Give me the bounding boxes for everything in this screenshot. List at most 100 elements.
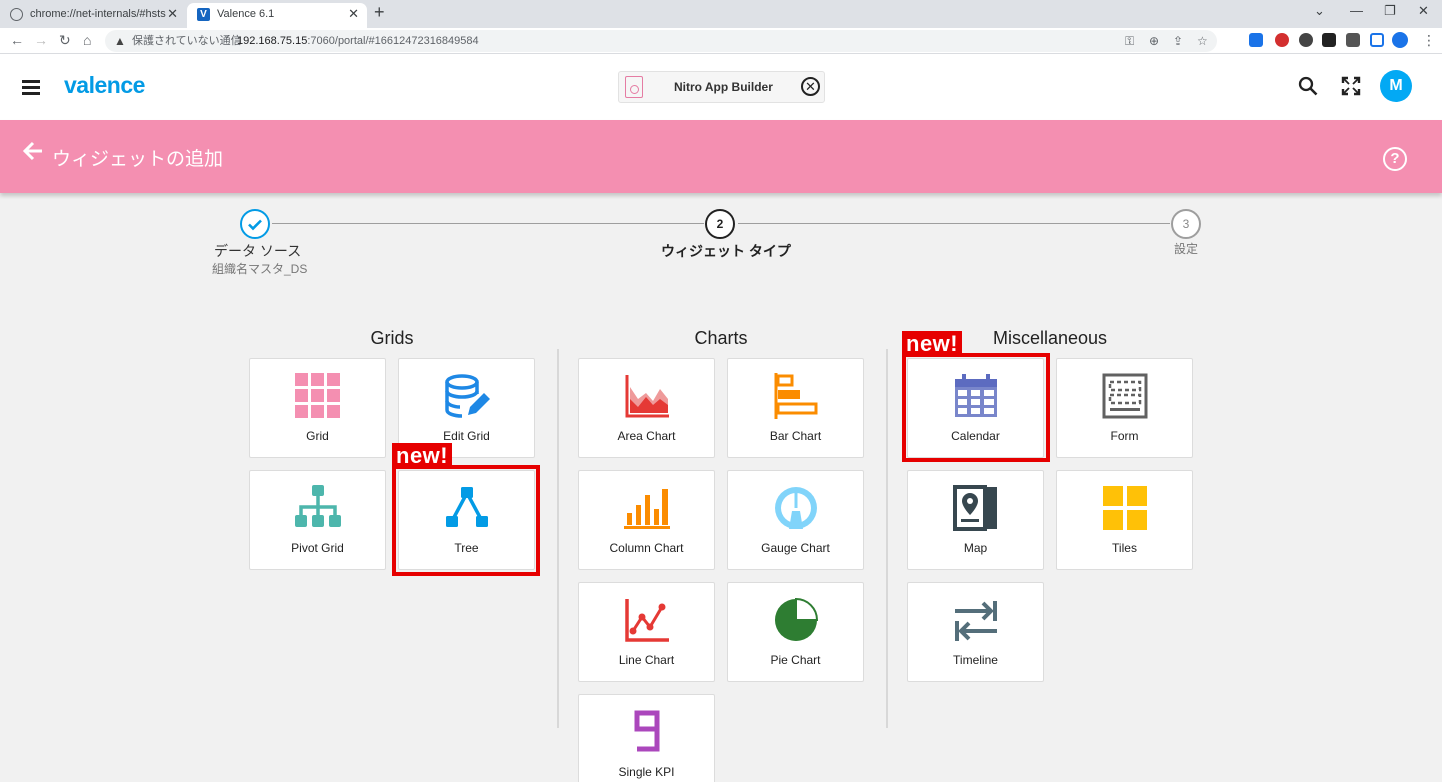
widget-label: Pie Chart <box>770 653 821 667</box>
column-chart-icon <box>624 489 670 529</box>
section-title-grids: Grids <box>370 328 414 348</box>
widget-label: Form <box>1110 429 1139 443</box>
grid-icon <box>295 373 340 418</box>
widget-card-gauge-chart[interactable]: Gauge Chart <box>727 470 864 570</box>
extension-globe-icon[interactable] <box>1299 33 1313 47</box>
minimize-icon[interactable]: — <box>1350 3 1363 18</box>
widget-card-pivot-grid[interactable]: Pivot Grid <box>249 470 386 570</box>
new-badge-tree: new! <box>392 443 453 469</box>
step-1-label: データ ソース <box>214 243 302 259</box>
widget-label: Line Chart <box>618 653 675 667</box>
widget-label: Grid <box>306 429 329 443</box>
new-tab-icon[interactable]: + <box>374 2 385 23</box>
home-icon[interactable]: ⌂ <box>83 32 91 48</box>
share-icon[interactable]: ⇪ <box>1173 30 1183 52</box>
reload-icon[interactable]: ↻ <box>59 32 71 49</box>
gauge-icon <box>775 487 817 529</box>
widget-label: Tiles <box>1112 541 1137 555</box>
tab-title: Valence 6.1 <box>217 8 275 20</box>
step-3-label: 設定 <box>1174 242 1199 256</box>
extensions-puzzle-icon[interactable] <box>1346 33 1360 47</box>
close-app-icon[interactable]: ✕ <box>801 77 820 96</box>
widget-card-single-kpi[interactable]: Single KPI <box>578 694 715 782</box>
widget-card-map[interactable]: Map <box>907 470 1044 570</box>
address-bar[interactable]: ▲ 保護されていない通信 192.168.75.15:7060/portal/#… <box>105 30 1217 52</box>
bookmark-star-icon[interactable]: ☆ <box>1197 30 1208 52</box>
new-badge-calendar: new! <box>902 331 963 357</box>
user-avatar[interactable]: M <box>1380 70 1412 102</box>
profile-icon[interactable] <box>1392 32 1408 48</box>
tiles-icon <box>1103 486 1147 530</box>
widget-card-tiles[interactable]: Tiles <box>1056 470 1193 570</box>
widget-label: Timeline <box>953 653 998 667</box>
window-close-icon[interactable]: ✕ <box>1418 3 1429 19</box>
warning-icon: ▲ <box>114 34 126 48</box>
hamburger-menu-icon[interactable] <box>22 80 40 95</box>
widget-card-column-chart[interactable]: Column Chart <box>578 470 715 570</box>
tab-search-icon[interactable]: ⌄ <box>1314 3 1325 19</box>
browser-tab-net-internals[interactable]: chrome://net-internals/#hsts ✕ <box>0 3 186 28</box>
stepper-line <box>738 223 1170 224</box>
widget-card-timeline[interactable]: Timeline <box>907 582 1044 682</box>
security-label: 保護されていない通信 <box>132 35 242 47</box>
column-divider <box>886 349 888 728</box>
restore-icon[interactable]: ❐ <box>1384 3 1396 19</box>
step-2-number[interactable]: 2 <box>705 209 735 239</box>
bar-chart-icon <box>774 373 818 419</box>
page-banner: ウィジェットの追加 ? <box>0 120 1442 193</box>
menu-dots-icon[interactable]: ⋮ <box>1422 32 1436 49</box>
extension-new-icon[interactable] <box>1249 33 1263 47</box>
close-icon[interactable]: ✕ <box>167 3 178 25</box>
sidebar-icon[interactable] <box>1370 33 1384 47</box>
close-icon[interactable]: ✕ <box>348 3 359 25</box>
tab-title: chrome://net-internals/#hsts <box>30 8 166 20</box>
globe-icon <box>10 8 23 21</box>
stepper-line <box>272 223 704 224</box>
form-icon <box>1102 373 1148 419</box>
swap-arrows-icon <box>955 601 997 641</box>
step-1-sub: 組織名マスタ_DS <box>212 262 308 276</box>
widget-label: Area Chart <box>617 429 676 443</box>
browser-tab-valence[interactable]: V Valence 6.1 ✕ <box>187 3 367 28</box>
browser-toolbar: ← → ↻ ⌂ ▲ 保護されていない通信 192.168.75.15:7060/… <box>0 28 1442 54</box>
help-icon[interactable]: ? <box>1383 147 1407 171</box>
extension-hex-icon[interactable] <box>1322 33 1336 47</box>
widget-label: Map <box>963 541 988 555</box>
open-app-chip[interactable]: Nitro App Builder ✕ <box>618 71 825 103</box>
app-logo[interactable]: valence <box>64 72 145 99</box>
widget-label: Single KPI <box>618 765 675 779</box>
step-2-label: ウィジェット タイプ <box>661 243 791 259</box>
fullscreen-icon[interactable] <box>1341 76 1361 102</box>
zoom-icon[interactable]: ⊕ <box>1149 30 1159 52</box>
new-highlight-frame-tree <box>392 465 540 576</box>
app-header: valence Nitro App Builder ✕ M <box>0 54 1442 120</box>
widget-card-area-chart[interactable]: Area Chart <box>578 358 715 458</box>
search-icon[interactable] <box>1298 76 1318 102</box>
new-highlight-frame-calendar <box>902 353 1050 462</box>
map-icon <box>953 485 997 531</box>
step-3-number[interactable]: 3 <box>1171 209 1201 239</box>
app-document-icon <box>625 76 643 98</box>
step-1-check-icon[interactable] <box>240 209 270 239</box>
open-app-label: Nitro App Builder <box>674 80 773 94</box>
url-host: 192.168.75.15 <box>237 35 308 47</box>
widget-card-form[interactable]: Form <box>1056 358 1193 458</box>
forward-icon[interactable]: → <box>34 32 48 48</box>
widget-card-line-chart[interactable]: Line Chart <box>578 582 715 682</box>
database-edit-icon <box>445 374 490 418</box>
line-chart-icon <box>625 599 669 642</box>
widget-label: Gauge Chart <box>761 541 830 555</box>
widget-card-grid[interactable]: Grid <box>249 358 386 458</box>
page-title: ウィジェットの追加 <box>52 149 224 170</box>
back-icon[interactable]: ← <box>10 32 24 48</box>
url-path: :7060/portal/#16612472316849584 <box>307 35 479 47</box>
back-arrow-icon[interactable] <box>22 140 44 169</box>
area-chart-icon <box>625 375 669 418</box>
extension-red-icon[interactable] <box>1275 33 1289 47</box>
widget-card-bar-chart[interactable]: Bar Chart <box>727 358 864 458</box>
widget-card-pie-chart[interactable]: Pie Chart <box>727 582 864 682</box>
browser-tab-bar: chrome://net-internals/#hsts ✕ V Valence… <box>0 0 1442 28</box>
valence-favicon-icon: V <box>197 8 210 21</box>
pie-chart-icon <box>775 597 819 641</box>
key-icon[interactable]: ⚿ <box>1125 30 1134 52</box>
